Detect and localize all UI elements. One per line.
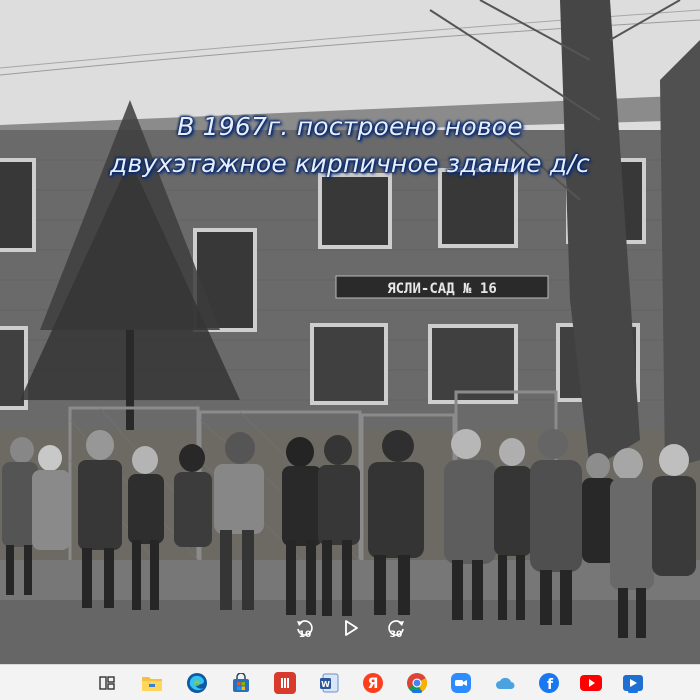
sign-board-text: ЯСЛИ-САД № 16	[387, 281, 497, 297]
kindergarten-photo-illustration: ЯСЛИ-САД № 16	[0, 0, 700, 664]
active-indicator	[412, 690, 422, 693]
video-player-icon[interactable]	[622, 672, 644, 694]
facebook-icon[interactable]: f	[538, 672, 560, 694]
cloud-icon[interactable]	[494, 672, 516, 694]
play-button[interactable]	[340, 614, 362, 642]
rewind-button[interactable]: 10	[292, 614, 318, 642]
play-icon	[345, 620, 358, 636]
forward-seconds: 30	[389, 630, 403, 640]
store-icon[interactable]	[230, 672, 252, 694]
app-red-icon[interactable]	[274, 672, 296, 694]
rewind-seconds: 10	[298, 630, 312, 640]
taskbar: W Я f	[0, 664, 700, 700]
slide-photo: ЯСЛИ-САД № 16	[0, 0, 700, 664]
caption-line-2: двухэтажное кирпичное здание д/с	[110, 149, 590, 178]
slide-caption: В 1967г. построено новое двухэтажное кир…	[0, 108, 700, 182]
yandex-icon[interactable]: Я	[362, 672, 384, 694]
active-indicator	[628, 690, 638, 693]
svg-text:W: W	[321, 680, 330, 689]
task-view-icon[interactable]	[96, 672, 118, 694]
media-controls: 10 30	[0, 614, 700, 646]
file-explorer-icon[interactable]	[141, 672, 163, 694]
forward-button[interactable]: 30	[383, 614, 409, 642]
chrome-icon[interactable]	[406, 672, 428, 694]
youtube-icon[interactable]	[580, 672, 602, 694]
word-icon[interactable]: W	[318, 672, 340, 694]
zoom-icon[interactable]	[450, 672, 472, 694]
svg-text:f: f	[547, 677, 554, 693]
caption-line-1: В 1967г. построено новое	[177, 112, 523, 141]
svg-text:Я: Я	[368, 676, 379, 692]
edge-icon[interactable]	[186, 672, 208, 694]
